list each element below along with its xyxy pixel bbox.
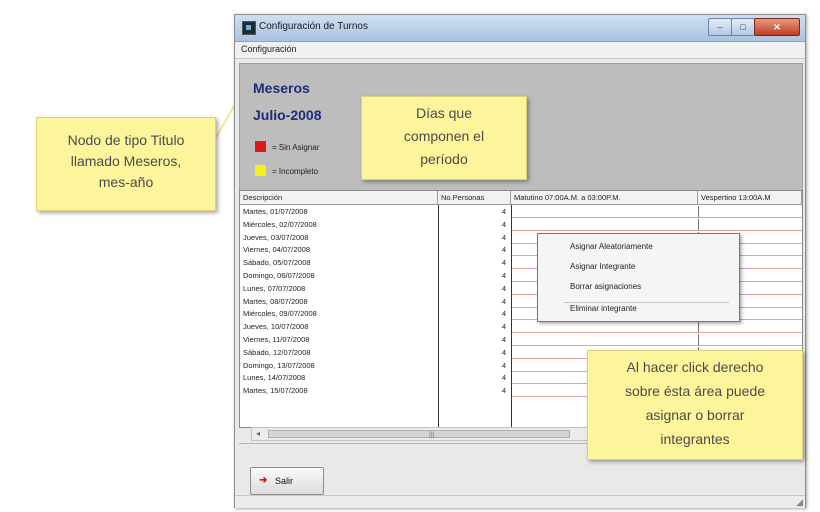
exit-arrow-icon: ➜ [259, 475, 268, 486]
row-person-count: 4 [501, 373, 506, 383]
row-description: Jueves, 10/07/2008 [243, 322, 309, 332]
row-person-count: 4 [501, 207, 506, 216]
row-person-count: 4 [501, 245, 506, 255]
row-description: Lunes, 14/07/2008 [243, 373, 306, 383]
row-person-count: 4 [501, 271, 506, 280]
row-person-count: 4 [501, 309, 506, 319]
annotation-line: mes-año [98, 174, 154, 190]
row-description: Lunes, 07/07/2008 [243, 283, 306, 293]
row-description: Viernes, 04/07/2008 [243, 245, 310, 255]
shift-cell-matutino[interactable] [511, 334, 698, 346]
group-title: Meseros [253, 80, 310, 96]
row-description: Jueves, 03/07/2008 [243, 232, 309, 242]
table-row[interactable]: Viernes, 11/07/2008 4 [240, 334, 802, 346]
row-description: Sábado, 05/07/2008 [243, 258, 311, 268]
row-person-count: 4 [501, 386, 506, 396]
menu-bar: Configuración [235, 42, 805, 59]
column-header-matutino[interactable]: Matutino 07:00A.M. a 03:00P.M. [511, 191, 698, 205]
row-person-count: 4 [501, 347, 506, 357]
row-person-count: 4 [501, 258, 506, 268]
context-menu: Asignar Aleatoriamente Asignar Integrant… [537, 233, 740, 322]
annotation-line: Días que [415, 105, 473, 121]
row-description: Miércoles, 09/07/2008 [243, 309, 317, 319]
app-icon [242, 21, 256, 35]
column-header-vespertino[interactable]: Vespertino 13:00A.M [698, 191, 802, 205]
shift-cell-vespertino[interactable] [698, 321, 802, 334]
annotation-days: Días que componen el período [361, 96, 527, 180]
exit-label: Salir [275, 476, 294, 486]
shift-cell-vespertino[interactable] [698, 218, 802, 231]
annotation-line: período [420, 151, 468, 167]
horizontal-scrollbar[interactable]: ◂ ||| [251, 427, 593, 441]
legend-incomplete-swatch [255, 165, 266, 176]
title-bar: Configuración de Turnos – □ ✕ [235, 15, 805, 42]
window-title: Configuración de Turnos [259, 21, 368, 32]
close-button[interactable]: ✕ [754, 18, 800, 36]
annotation-line: Nodo de tipo Titulo [67, 132, 185, 148]
annotation-line: Al hacer click derecho [626, 359, 764, 375]
annotation-right-click: Al hacer click derecho sobre ésta área p… [587, 350, 803, 460]
menu-configuracion[interactable]: Configuración [241, 44, 297, 54]
row-person-count: 4 [501, 360, 506, 370]
annotation-line: llamado Meseros, [70, 153, 182, 169]
annotation-line: integrantes [660, 431, 730, 447]
scroll-grip-icon: ||| [429, 432, 435, 439]
table-row[interactable]: Jueves, 10/07/2008 4 [240, 321, 802, 334]
row-person-count: 4 [501, 283, 506, 293]
status-bar: ◢ [235, 495, 805, 508]
row-person-count: 4 [501, 219, 506, 229]
row-person-count: 4 [501, 335, 506, 344]
column-divider [511, 205, 512, 427]
shift-cell-matutino[interactable] [511, 218, 698, 231]
annotation-line: componen el [403, 128, 485, 144]
row-description: Sábado, 12/07/2008 [243, 347, 311, 357]
column-header-personas[interactable]: No.Personas [438, 191, 511, 205]
menu-item-assign-member[interactable]: Asignar Integrante [570, 262, 635, 271]
shift-cell-matutino[interactable] [511, 206, 698, 218]
period-label: Julio-2008 [253, 107, 322, 123]
exit-button[interactable]: ➜ Salir [250, 467, 324, 495]
row-description: Martes, 08/07/2008 [243, 296, 308, 306]
row-description: Domingo, 13/07/2008 [243, 360, 315, 370]
menu-item-assign-random[interactable]: Asignar Aleatoriamente [570, 242, 653, 251]
column-divider [438, 205, 439, 427]
row-person-count: 4 [501, 296, 506, 306]
row-description: Martes, 01/07/2008 [243, 207, 308, 216]
column-header-descripcion[interactable]: Descripción [240, 191, 438, 205]
legend-unassigned-label: = Sin Asignar [272, 143, 320, 152]
row-person-count: 4 [501, 322, 506, 332]
row-description: Miércoles, 02/07/2008 [243, 219, 317, 229]
scroll-left-arrow-icon[interactable]: ◂ [256, 428, 260, 440]
row-description: Martes, 15/07/2008 [243, 386, 308, 396]
row-description: Viernes, 11/07/2008 [243, 335, 310, 344]
shift-cell-vespertino[interactable] [698, 334, 802, 346]
shift-cell-vespertino[interactable] [698, 206, 802, 218]
shift-cell-matutino[interactable] [511, 321, 698, 334]
annotation-line: sobre ésta área puede [624, 383, 766, 399]
menu-item-clear-assignments[interactable]: Borrar asignaciones [570, 282, 641, 291]
legend-incomplete-label: = Incompleto [272, 167, 319, 176]
table-row[interactable]: Miércoles, 02/07/2008 4 [240, 218, 802, 231]
scroll-thumb[interactable]: ||| [268, 430, 570, 439]
maximize-button[interactable]: □ [731, 18, 755, 36]
menu-item-remove-member[interactable]: Eliminar integrante [570, 304, 637, 313]
legend-unassigned-swatch [255, 141, 266, 152]
annotation-line: asignar o borrar [645, 407, 745, 423]
row-description: Domingo, 06/07/2008 [243, 271, 315, 280]
table-row[interactable]: Martes, 01/07/2008 4 [240, 206, 802, 218]
annotation-title-node: Nodo de tipo Titulo llamado Meseros, mes… [36, 117, 216, 211]
resize-grip-icon[interactable]: ◢ [796, 496, 803, 508]
menu-separator [564, 302, 729, 303]
minimize-button[interactable]: – [708, 18, 732, 36]
row-person-count: 4 [501, 232, 506, 242]
